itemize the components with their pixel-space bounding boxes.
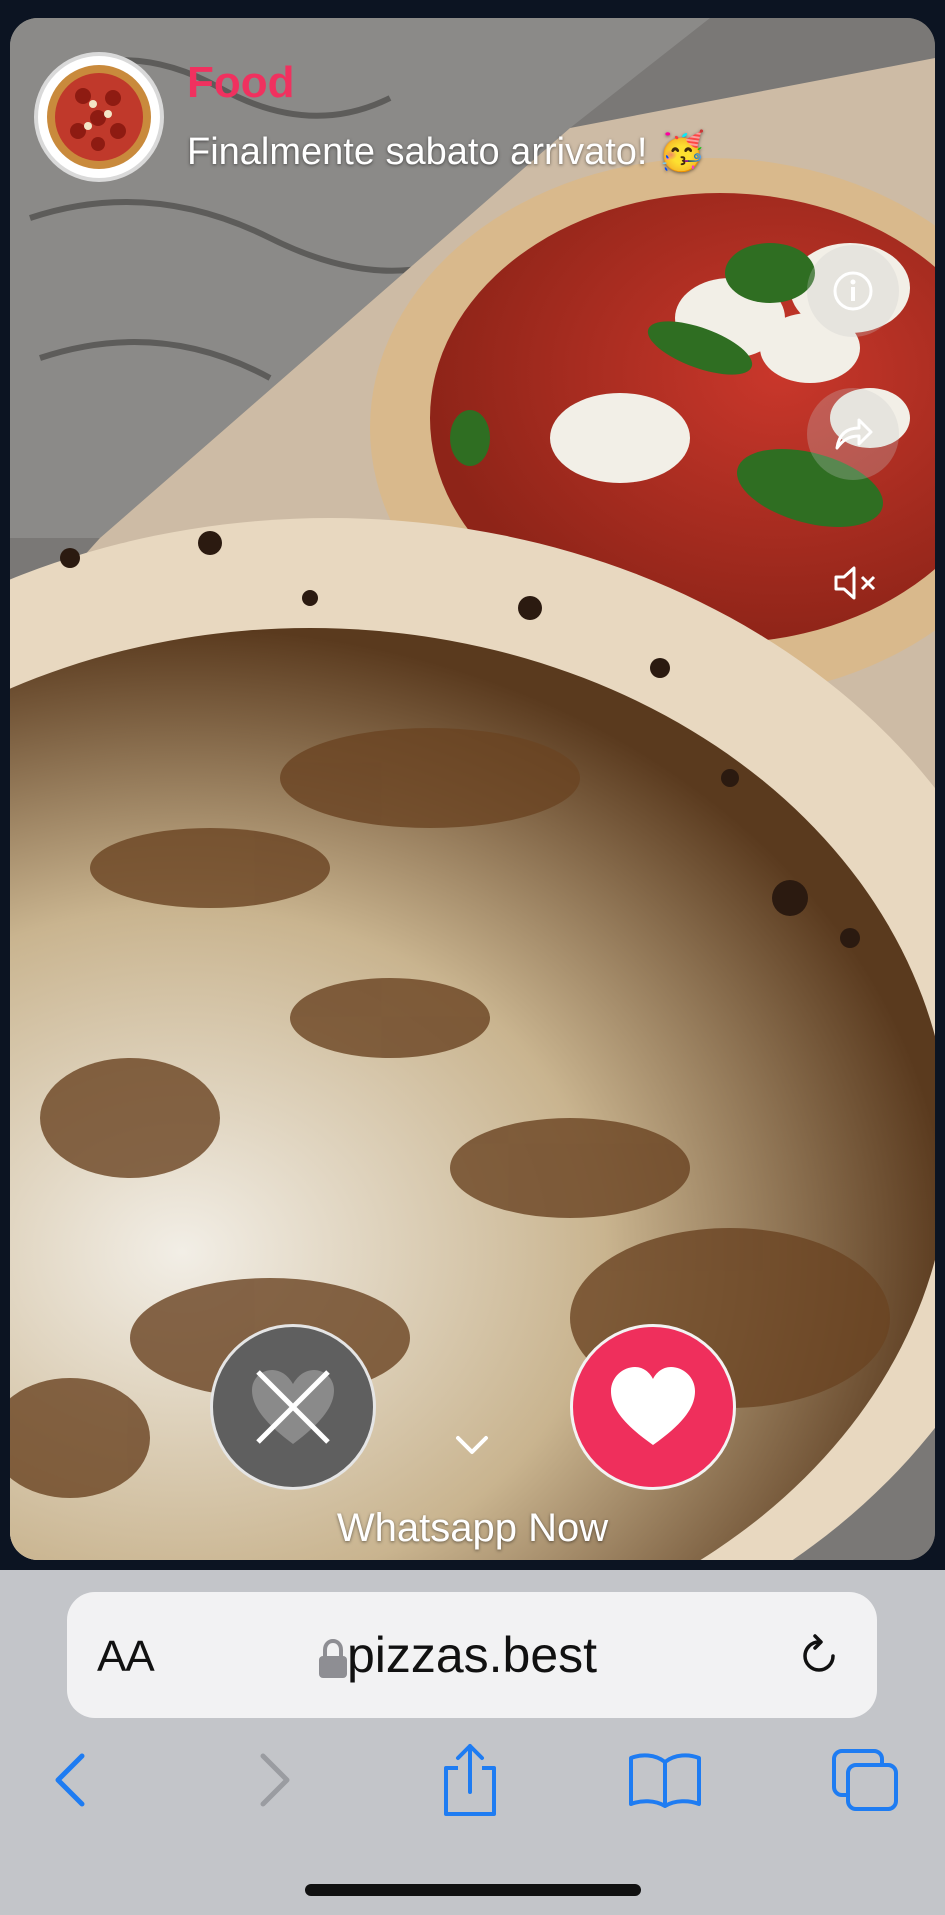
avatar[interactable] <box>34 52 164 182</box>
pizza-photo <box>10 18 935 1560</box>
tabs-icon <box>832 1749 898 1811</box>
share-button[interactable] <box>807 388 899 480</box>
share-sheet-icon <box>444 1744 496 1816</box>
back-icon <box>55 1753 85 1807</box>
share-sheet-button[interactable] <box>430 1740 510 1820</box>
home-indicator <box>305 1884 641 1896</box>
forward-icon <box>260 1753 290 1807</box>
domain-label: pizzas.best <box>346 1627 598 1683</box>
forward-button[interactable] <box>245 1740 305 1820</box>
heart-icon <box>611 1367 695 1445</box>
dislike-button[interactable] <box>210 1324 376 1490</box>
reload-icon[interactable] <box>793 1630 845 1682</box>
info-button[interactable] <box>807 245 899 337</box>
address-bar[interactable]: AA pizzas.best <box>67 1592 877 1718</box>
video-card[interactable]: Food Finalmente sabato arrivato! 🥳 Whats… <box>10 18 935 1560</box>
pizza-avatar-icon <box>47 65 151 169</box>
close-icon <box>252 1370 334 1444</box>
post-category: Food <box>187 58 295 107</box>
back-button[interactable] <box>40 1740 100 1820</box>
info-icon <box>833 271 873 311</box>
tabs-button[interactable] <box>825 1740 905 1820</box>
chevron-down-icon[interactable] <box>452 1430 492 1460</box>
mute-icon[interactable] <box>832 563 882 603</box>
bookmarks-icon <box>629 1753 701 1808</box>
bookmarks-button[interactable] <box>625 1740 705 1820</box>
whatsapp-cta[interactable]: Whatsapp Now <box>10 1506 935 1551</box>
post-caption: Finalmente sabato arrivato! 🥳 <box>187 131 706 173</box>
share-icon <box>835 418 873 450</box>
like-button[interactable] <box>570 1324 736 1490</box>
browser-chrome: AA pizzas.best <box>0 1570 945 1915</box>
